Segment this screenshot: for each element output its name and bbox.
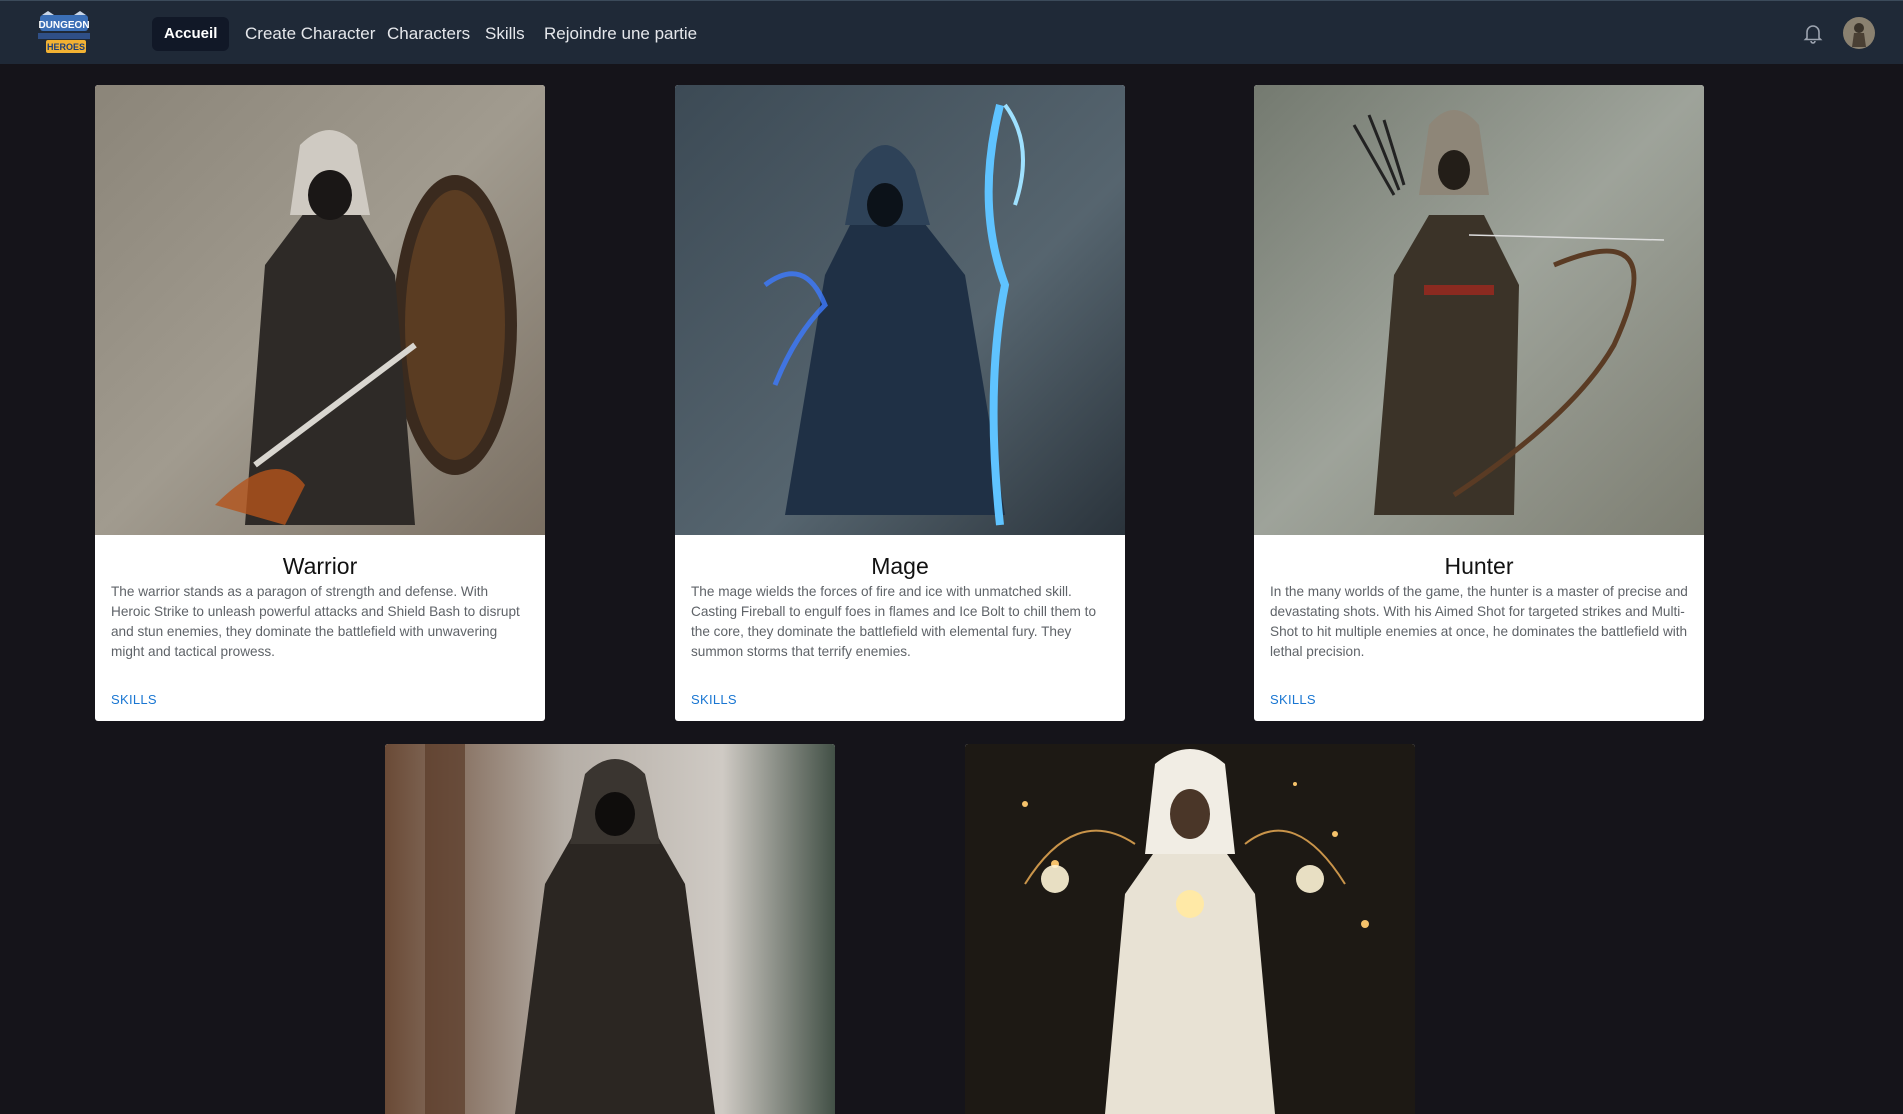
svg-text:HEROES: HEROES — [47, 42, 85, 52]
rogue-portrait — [385, 744, 835, 1114]
hunter-portrait — [1254, 85, 1704, 535]
class-card-rogue — [385, 744, 835, 1114]
nav-accueil[interactable]: Accueil — [152, 17, 230, 51]
warrior-portrait — [95, 85, 545, 535]
mage-portrait — [675, 85, 1125, 535]
nav-rejoindre-une-partie[interactable]: Rejoindre une partie — [532, 17, 709, 51]
priest-portrait — [965, 744, 1415, 1114]
top-navbar: DUNGEON HEROES Accueil Create Character … — [0, 0, 1903, 64]
nav-characters[interactable]: Characters — [375, 17, 482, 51]
skills-link[interactable]: SKILLS — [691, 692, 737, 707]
svg-text:DUNGEON: DUNGEON — [38, 20, 89, 31]
avatar[interactable] — [1843, 17, 1875, 49]
skills-link[interactable]: SKILLS — [111, 692, 157, 707]
card-description: The mage wields the forces of fire and i… — [691, 584, 1096, 659]
card-title: Warrior — [282, 553, 358, 579]
card-description: In the many worlds of the game, the hunt… — [1270, 584, 1688, 659]
card-title: Mage — [871, 553, 929, 579]
nav-create-character[interactable]: Create Character — [233, 17, 387, 51]
bell-icon[interactable] — [1801, 21, 1825, 45]
skills-link[interactable]: SKILLS — [1270, 692, 1316, 707]
dungeon-heroes-logo[interactable]: DUNGEON HEROES — [30, 11, 98, 55]
card-description: The warrior stands as a paragon of stren… — [111, 584, 520, 659]
class-card-warrior: Warrior The warrior stands as a paragon … — [95, 85, 545, 721]
class-card-hunter: Hunter In the many worlds of the game, t… — [1254, 85, 1704, 721]
class-card-priest — [965, 744, 1415, 1114]
card-title: Hunter — [1444, 553, 1514, 579]
nav-skills[interactable]: Skills — [473, 17, 537, 51]
class-card-mage: Mage The mage wields the forces of fire … — [675, 85, 1125, 721]
